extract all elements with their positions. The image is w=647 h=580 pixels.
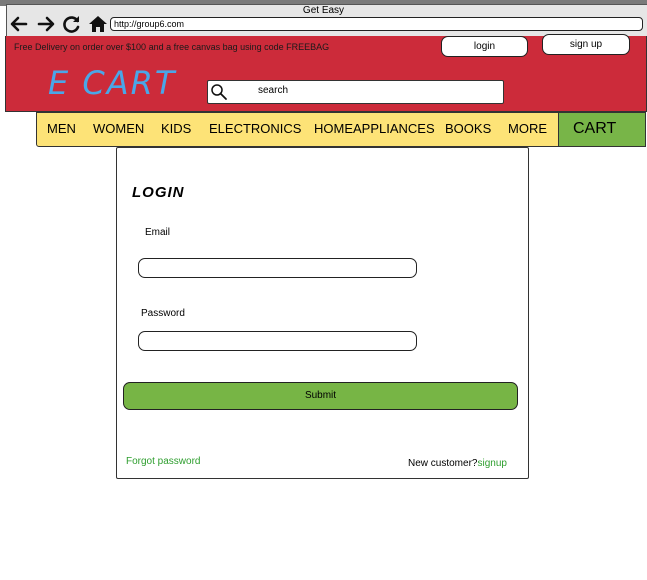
- nav-item-men[interactable]: MEN: [47, 121, 76, 136]
- password-field[interactable]: [138, 331, 417, 351]
- back-arrow-icon[interactable]: [9, 14, 29, 34]
- email-field[interactable]: [138, 258, 417, 278]
- search-input[interactable]: [207, 80, 504, 104]
- nav-item-homeappliances[interactable]: HOMEAPPLIANCES: [314, 121, 435, 136]
- login-title: LOGIN: [132, 184, 185, 201]
- cart-button[interactable]: CART: [558, 112, 646, 147]
- nav-item-books[interactable]: BOOKS: [445, 121, 491, 136]
- password-label: Password: [141, 308, 185, 319]
- nav-item-women[interactable]: WOMEN: [93, 121, 144, 136]
- signup-button[interactable]: sign up: [542, 34, 630, 55]
- url-bar[interactable]: http://group6.com: [110, 17, 643, 31]
- signup-link[interactable]: signup: [477, 458, 506, 469]
- email-label: Email: [145, 227, 171, 238]
- search-icon[interactable]: [210, 83, 228, 101]
- search-placeholder: search: [258, 85, 289, 96]
- reload-icon[interactable]: [62, 14, 82, 34]
- forward-arrow-icon[interactable]: [36, 14, 56, 34]
- nav-item-electronics[interactable]: ELECTRONICS: [209, 121, 301, 136]
- login-button[interactable]: login: [441, 36, 528, 57]
- submit-button[interactable]: Submit: [123, 382, 518, 410]
- new-customer-text: New customer?signup: [408, 458, 507, 469]
- home-icon[interactable]: [88, 14, 108, 34]
- nav-item-kids[interactable]: KIDS: [161, 121, 191, 136]
- site-logo[interactable]: E CART: [48, 64, 176, 102]
- promo-banner: Free Delivery on order over $100 and a f…: [14, 42, 330, 52]
- forgot-password-link[interactable]: Forgot password: [126, 456, 200, 467]
- nav-item-more[interactable]: MORE: [508, 121, 547, 136]
- new-customer-label: New customer?: [408, 458, 478, 469]
